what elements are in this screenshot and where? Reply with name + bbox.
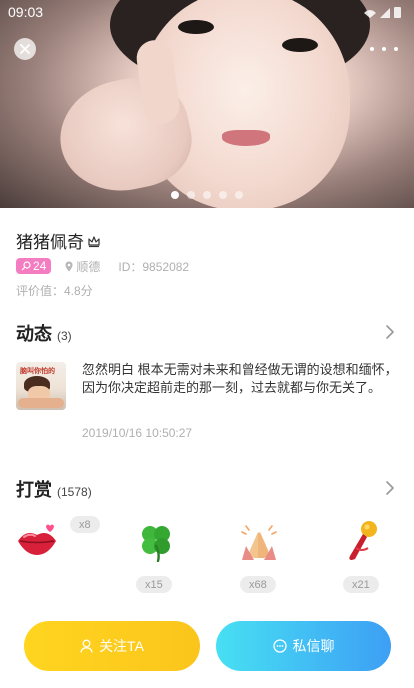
more-options-button[interactable] [370,40,398,58]
chevron-right-icon[interactable] [384,480,396,496]
gift-count: x68 [240,576,276,593]
more-dot [394,47,398,51]
gift-count: x8 [70,516,100,533]
person-icon [80,639,93,653]
user-id: ID：9852082 [118,259,190,274]
more-dot [382,47,386,51]
carousel-dot[interactable] [219,191,227,199]
more-dot [370,47,374,51]
clover-icon[interactable] [136,522,176,562]
post-timestamp: 2019/10/16 10:50:27 [82,426,193,440]
private-message-button[interactable]: 私信聊 [216,621,391,671]
location-text: 顺德 [76,259,101,274]
private-message-button-label: 私信聊 [292,638,335,654]
status-bar: 09:03 [0,0,414,24]
rating-score: 评价值：4.8分 [16,284,93,298]
gift-count: x15 [136,576,172,593]
location-pin-icon [65,261,73,271]
location: 顺德 [65,258,100,275]
post-thumbnail-caption: 脑叫你怕的 [20,368,55,375]
chevron-right-icon[interactable] [384,324,396,340]
follow-button[interactable]: 关注TA [24,621,200,671]
carousel-indicator [0,191,414,199]
moments-count: (3) [57,329,72,343]
praying-hands-icon[interactable] [238,520,280,562]
profile-name-row: 猪猪佩奇 [16,228,101,253]
rewards-count: (1578) [57,485,92,499]
post-text[interactable]: 忽然明白 根本无需对未来和曾经做无谓的设想和缅怀，因为你决定超前走的那一刻，过去… [82,361,398,397]
gift-count: x21 [343,576,379,593]
close-icon [20,44,30,54]
status-time: 09:03 [8,4,44,20]
moments-title: 动态 [16,324,52,344]
lips-icon[interactable] [16,520,58,562]
crown-icon [88,235,100,247]
female-gender-icon [21,261,31,271]
follow-button-label: 关注TA [99,638,144,654]
moments-header[interactable]: 动态 (3) [16,320,72,346]
carousel-dot[interactable] [235,191,243,199]
carousel-dot[interactable] [203,191,211,199]
rewards-title: 打赏 [16,480,52,500]
rewards-header[interactable]: 打赏 (1578) [16,476,92,502]
age-badge: 24 [16,258,52,274]
photo-eye [282,38,318,52]
chat-bubble-icon [272,639,287,653]
post-thumbnail[interactable]: 脑叫你怕的 [16,362,66,410]
age-value: 24 [33,259,47,273]
carousel-dot[interactable] [187,191,195,199]
profile-photo-carousel[interactable] [0,0,414,208]
profile-meta-row: 24 顺德 ID：9852082 [16,257,189,275]
profile-name: 猪猪佩奇 [16,233,84,252]
carousel-dot[interactable] [171,191,179,199]
photo-lips [222,130,270,146]
close-button[interactable] [14,38,36,60]
thumbnail-figure [18,398,64,408]
microphone-icon[interactable] [342,518,382,562]
status-icons [362,5,406,24]
signal-battery-icon [364,7,401,18]
